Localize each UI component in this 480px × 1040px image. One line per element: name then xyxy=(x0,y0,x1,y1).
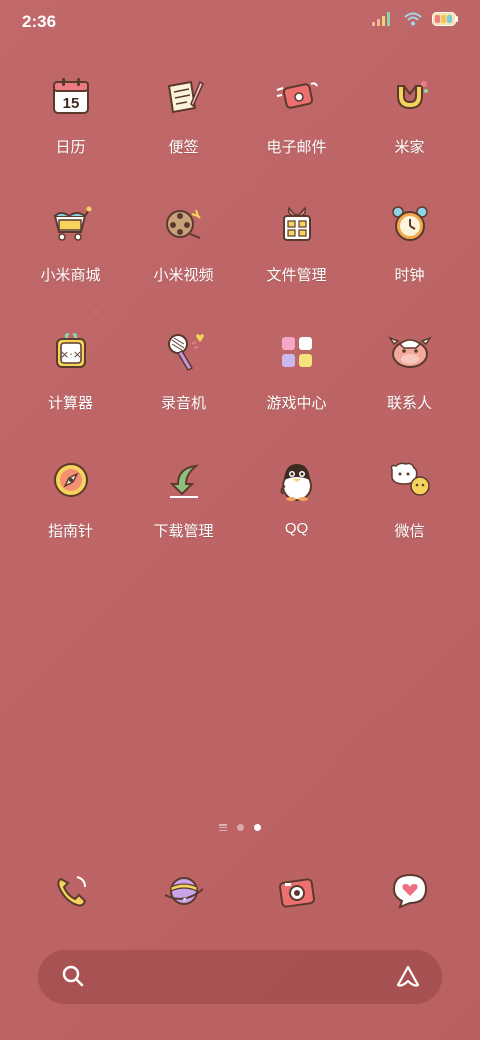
compass-icon xyxy=(45,454,97,506)
app-label: 米家 xyxy=(394,139,425,156)
app-calendar[interactable]: 15 日历 xyxy=(14,70,127,198)
page-indicator[interactable] xyxy=(0,824,480,831)
app-grid: 15 日历 便签 电子邮件 米家 小米商城 小米视频 文件管理 时钟 ×·× 计… xyxy=(14,70,466,582)
app-label: 电子邮件 xyxy=(266,139,327,156)
app-game-center[interactable]: 游戏中心 xyxy=(240,326,353,454)
app-compass[interactable]: 指南针 xyxy=(14,454,127,582)
clock-icon xyxy=(384,198,436,250)
app-label: 下载管理 xyxy=(153,523,214,540)
app-label: 小米视频 xyxy=(153,267,214,284)
app-label: QQ xyxy=(284,520,309,537)
svg-text:×·×: ×·× xyxy=(60,348,82,361)
browser-planet-icon[interactable] xyxy=(158,865,210,917)
app-label: 录音机 xyxy=(160,395,206,412)
notes-icon xyxy=(158,70,210,122)
qq-icon xyxy=(271,454,323,506)
app-label: 计算器 xyxy=(47,395,93,412)
app-email[interactable]: 电子邮件 xyxy=(240,70,353,198)
recorder-icon xyxy=(158,326,210,378)
minus-one-screen-indicator xyxy=(219,824,227,831)
app-mi-store[interactable]: 小米商城 xyxy=(14,198,127,326)
app-mi-video[interactable]: 小米视频 xyxy=(127,198,240,326)
app-qq[interactable]: QQ xyxy=(240,454,353,582)
calendar-day: 15 xyxy=(62,95,79,112)
wifi-icon xyxy=(404,12,422,31)
app-label: 小米商城 xyxy=(40,267,101,284)
contacts-icon xyxy=(384,326,436,378)
app-label: 文件管理 xyxy=(266,267,327,284)
app-label: 便签 xyxy=(168,139,199,156)
file-manager-icon xyxy=(271,198,323,250)
wechat-icon xyxy=(384,454,436,506)
status-bar: 2:36 xyxy=(0,0,480,44)
voice-assistant-icon[interactable] xyxy=(394,963,422,996)
app-label: 微信 xyxy=(394,523,425,540)
app-label: 指南针 xyxy=(47,523,93,540)
app-notes[interactable]: 便签 xyxy=(127,70,240,198)
app-clock[interactable]: 时钟 xyxy=(353,198,466,326)
mi-video-icon xyxy=(158,198,210,250)
messages-icon[interactable] xyxy=(384,865,436,917)
app-recorder[interactable]: 录音机 xyxy=(127,326,240,454)
email-icon xyxy=(271,70,323,122)
battery-icon xyxy=(432,12,458,31)
app-download-manager[interactable]: 下载管理 xyxy=(127,454,240,582)
status-icons xyxy=(372,12,458,31)
app-mijia[interactable]: 米家 xyxy=(353,70,466,198)
calendar-icon: 15 xyxy=(45,70,97,122)
app-wechat[interactable]: 微信 xyxy=(353,454,466,582)
download-manager-icon xyxy=(158,454,210,506)
app-label: 日历 xyxy=(55,139,86,156)
mijia-icon xyxy=(384,70,436,122)
app-contacts[interactable]: 联系人 xyxy=(353,326,466,454)
app-label: 游戏中心 xyxy=(266,395,327,412)
phone-icon[interactable] xyxy=(45,865,97,917)
app-label: 联系人 xyxy=(386,395,432,412)
mi-store-icon xyxy=(45,198,97,250)
game-center-icon xyxy=(271,326,323,378)
app-file-manager[interactable]: 文件管理 xyxy=(240,198,353,326)
search-icon xyxy=(60,963,86,994)
camera-icon[interactable] xyxy=(271,865,323,917)
signal-icon xyxy=(372,12,394,31)
page-dot xyxy=(237,824,244,831)
status-time: 2:36 xyxy=(22,12,57,31)
calculator-icon: ×·× xyxy=(45,326,97,378)
dock xyxy=(14,865,466,917)
app-calculator[interactable]: ×·× 计算器 xyxy=(14,326,127,454)
app-label: 时钟 xyxy=(394,267,425,284)
search-bar[interactable] xyxy=(38,950,442,1004)
page-dot-active xyxy=(254,824,261,831)
